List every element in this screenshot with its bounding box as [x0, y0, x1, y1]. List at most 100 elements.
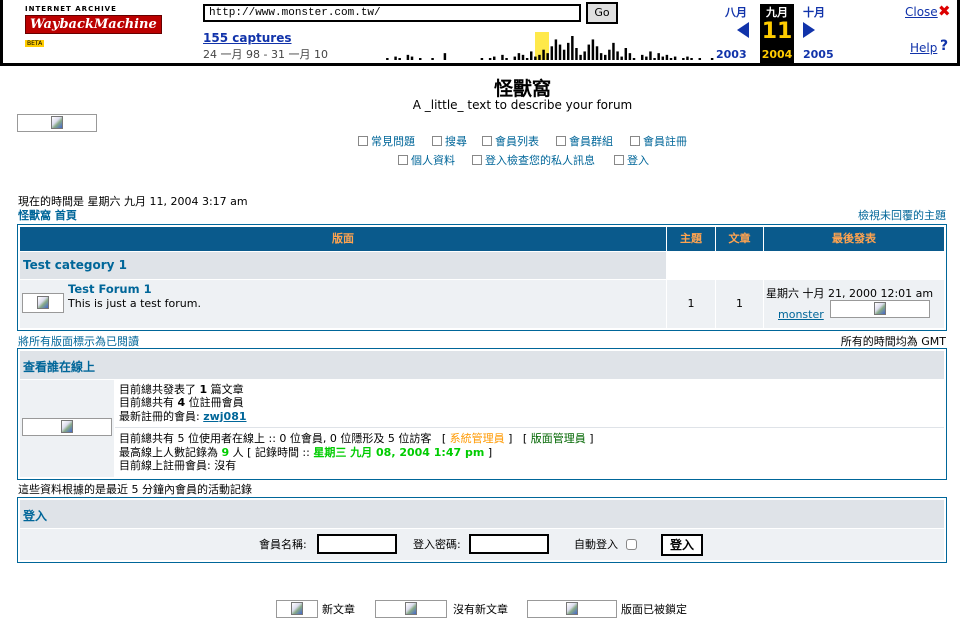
forum-topics-count: 1 — [687, 297, 695, 310]
online-title-row — [20, 351, 944, 379]
wayback-next-arrow-icon[interactable] — [803, 22, 815, 38]
usergroups-icon — [556, 136, 566, 146]
forum-posts-count: 1 — [736, 297, 743, 310]
help-icon[interactable]: ? — [940, 38, 948, 54]
wayback-close-link[interactable]: Close — [905, 5, 938, 19]
sparkline-bar — [521, 54, 525, 60]
sparkline-bar — [431, 58, 434, 60]
sparkline-bar — [710, 58, 714, 60]
last-post-time: 星期六 十月 21, 2000 12:01 am — [766, 287, 934, 300]
wayback-go-button[interactable]: Go — [586, 2, 618, 24]
nav-usergroups[interactable]: 會員群組 — [556, 133, 613, 149]
wayback-month-next[interactable]: 十月 — [803, 4, 825, 20]
new-posts-icon — [276, 600, 318, 618]
register-icon — [630, 136, 640, 146]
col-header-posts: 文章 — [716, 227, 763, 251]
unanswered-topics-link[interactable]: 檢視未回覆的主題 — [820, 207, 946, 223]
no-new-posts-icon — [375, 600, 447, 618]
sparkline-bar — [669, 58, 673, 60]
sparkline-bar — [690, 58, 693, 60]
wayback-sparkline[interactable] — [345, 32, 715, 60]
sparkline-bar — [410, 56, 414, 60]
wayback-month-prev[interactable]: 八月 — [725, 4, 747, 20]
autologin-checkbox[interactable] — [626, 539, 637, 550]
faq-icon — [358, 136, 368, 146]
col-header-topics: 主題 — [667, 227, 715, 251]
wayback-year-next[interactable]: 2005 — [803, 48, 834, 61]
wayback-month-current: 九月 — [760, 4, 794, 20]
registered-online: 目前線上註冊會員: 沒有 — [119, 459, 237, 472]
sparkline-bar — [599, 53, 603, 60]
forum-status-icon — [22, 293, 64, 313]
mark-all-read-link[interactable]: 將所有版面標示為已閱讀 — [18, 333, 139, 349]
site-logo-image[interactable] — [17, 114, 97, 132]
wayback-year-prev[interactable]: 2003 — [716, 48, 747, 61]
sparkline-bar — [480, 58, 484, 60]
total-users-post: 位註冊會員 — [188, 396, 244, 409]
admin-legend: 系統管理員 — [449, 432, 505, 445]
sparkline-bar — [604, 54, 607, 60]
sparkline-bar — [686, 56, 689, 60]
sparkline-bar — [406, 54, 410, 60]
sparkline-bar — [562, 49, 566, 60]
total-users-pre: 目前總共有 — [119, 396, 174, 409]
record-time: 星期三 九月 08, 2004 1:47 pm — [313, 446, 485, 459]
login-submit-button[interactable]: 登入 — [661, 534, 703, 556]
username-input[interactable] — [317, 534, 397, 554]
legend-no-new-posts: 沒有新文章 — [453, 603, 508, 616]
sparkline-bar — [575, 48, 578, 60]
nav-private-messages[interactable]: 登入檢查您的私人訊息 — [472, 152, 595, 168]
wayback-captures-link[interactable]: 155 captures — [203, 31, 292, 45]
sparkline-bar — [628, 53, 632, 60]
online-users-line: 目前總共有 5 位使用者在線上 :: 0 位會員, 0 位隱形及 5 位訪客 [… — [119, 432, 594, 445]
wayback-help-link[interactable]: Help — [910, 41, 937, 55]
sparkline-bar — [558, 44, 562, 60]
total-posts-count: 1 — [199, 383, 208, 396]
last-post-goto-icon[interactable] — [830, 300, 930, 318]
broken-image-icon — [37, 296, 49, 309]
nav-profile[interactable]: 個人資料 — [398, 152, 455, 168]
sparkline-bar — [657, 53, 660, 60]
nav-login[interactable]: 登入 — [614, 152, 649, 168]
newest-member-label: 最新註冊的會員: — [119, 410, 200, 423]
nav-search[interactable]: 搜尋 — [432, 133, 467, 149]
last-post-user-link[interactable]: monster — [778, 308, 824, 321]
search-icon — [432, 136, 442, 146]
wayback-toolbar: INTERNET ARCHIVE WaybackMachine BETA http… — [0, 0, 960, 66]
online-title-link[interactable]: 查看誰在線上 — [23, 358, 95, 375]
sparkline-bar — [525, 58, 529, 60]
sparkline-bar — [579, 54, 582, 60]
wayback-prev-arrow-icon[interactable] — [737, 22, 749, 38]
timezone-note: 所有的時間均為 GMT — [840, 335, 946, 348]
sparkline-bar — [641, 54, 644, 60]
nav-faq[interactable]: 常見問題 — [358, 133, 415, 149]
forum-description: This is just a test forum. — [68, 297, 201, 310]
broken-image-icon — [61, 420, 73, 433]
wayback-logo[interactable]: INTERNET ARCHIVE WaybackMachine BETA — [25, 5, 162, 47]
legend-new-posts: 新文章 — [322, 603, 355, 616]
sparkline-bar — [665, 54, 669, 60]
total-users-line: 目前總共有 4 位註冊會員 — [119, 396, 244, 409]
sparkline-bar — [632, 58, 636, 60]
sparkline-bar — [682, 58, 685, 60]
total-posts-line: 目前總共發表了 1 篇文章 — [119, 383, 244, 396]
record-mid: 人 [ 記錄時間 :: — [232, 446, 310, 459]
nav-register[interactable]: 會員註冊 — [630, 133, 687, 149]
sparkline-bar — [493, 56, 496, 60]
breadcrumb-home-link[interactable]: 怪獸窩 首頁 — [18, 207, 77, 223]
forum-name-link[interactable]: Test Forum 1 — [68, 283, 152, 296]
record-post: ] — [487, 446, 493, 459]
sparkline-bar — [517, 53, 521, 60]
record-count: 9 — [221, 446, 230, 459]
category-title-link[interactable]: Test category 1 — [23, 258, 127, 272]
close-icon[interactable]: ✖ — [938, 2, 951, 20]
sparkline-bar — [583, 51, 586, 60]
nav-memberlist[interactable]: 會員列表 — [482, 133, 539, 149]
wayback-url-input[interactable]: http://www.monster.com.tw/ — [203, 4, 581, 22]
col-header-forum: 版面 — [20, 227, 666, 251]
broken-image-icon — [291, 602, 303, 615]
newest-member-link[interactable]: zwj081 — [203, 410, 246, 423]
nav-login-label: 登入 — [627, 154, 649, 167]
password-input[interactable] — [469, 534, 549, 554]
sparkline-bar — [488, 58, 492, 60]
